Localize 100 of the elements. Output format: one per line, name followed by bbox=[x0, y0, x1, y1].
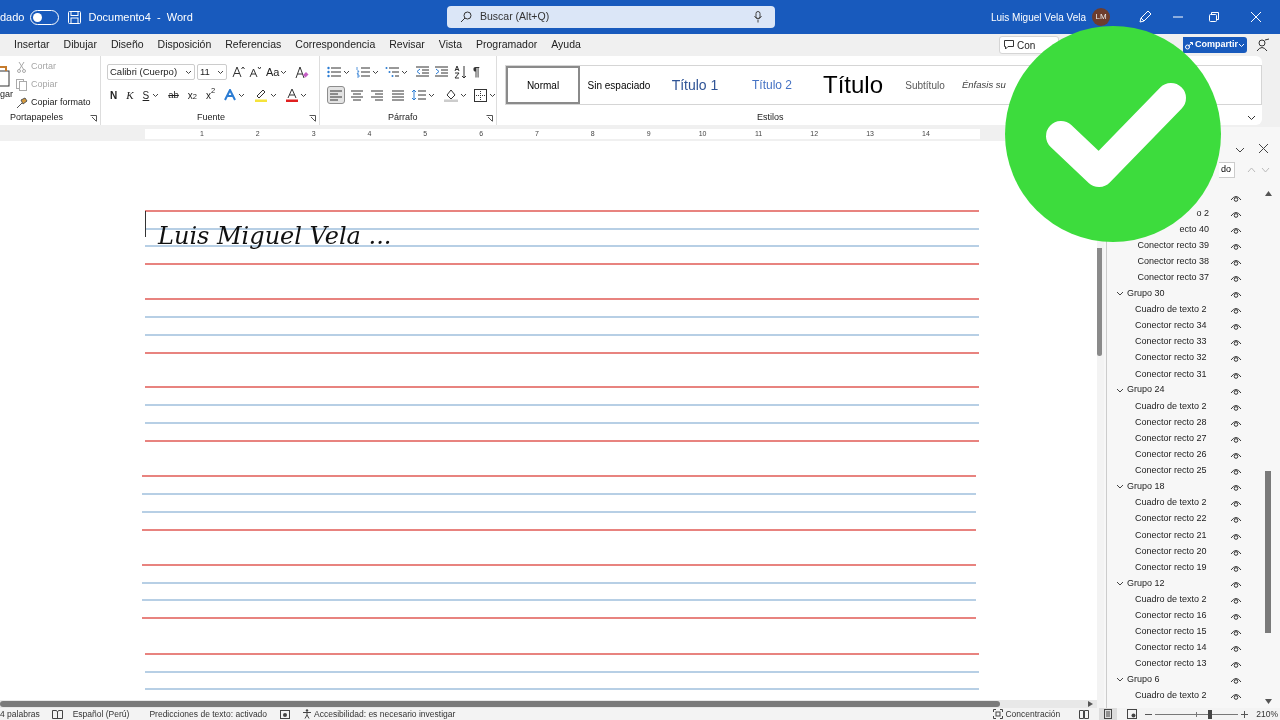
selection-item[interactable]: Conector recto 28 bbox=[1135, 417, 1207, 427]
ribbon-tab[interactable]: Diseño bbox=[110, 37, 144, 53]
align-left-button[interactable] bbox=[327, 86, 345, 104]
format-button[interactable]: S bbox=[142, 87, 160, 103]
clipboard-action[interactable]: Copiar formato bbox=[16, 96, 91, 110]
format-button[interactable]: K bbox=[126, 86, 134, 104]
search-field[interactable]: Buscar (Alt+Q) bbox=[447, 6, 775, 28]
focus-mode-label[interactable]: Concentración bbox=[1005, 707, 1061, 720]
style-item[interactable]: Subtítulo bbox=[894, 66, 956, 104]
selection-item[interactable]: ecto 40 bbox=[1179, 224, 1209, 234]
horizontal-scrollbar-thumb[interactable] bbox=[0, 701, 1000, 707]
ribbon-tab[interactable]: Ayuda bbox=[551, 37, 581, 53]
style-item[interactable]: Normal bbox=[506, 66, 580, 104]
ribbon-tab[interactable]: Referencias bbox=[225, 37, 282, 53]
selection-item[interactable]: Cuadro de texto 2 bbox=[1135, 498, 1207, 508]
selection-item[interactable]: Conector recto 19 bbox=[1135, 562, 1207, 572]
visibility-toggle[interactable] bbox=[1230, 627, 1242, 637]
style-item[interactable]: Título bbox=[812, 66, 894, 104]
ribbon-tab[interactable]: Disposición bbox=[157, 37, 212, 53]
style-item[interactable]: Título 2 bbox=[732, 66, 812, 104]
visibility-toggle[interactable] bbox=[1230, 482, 1242, 492]
change-case-button[interactable]: Aa bbox=[266, 63, 288, 81]
visibility-toggle[interactable] bbox=[1230, 289, 1242, 299]
expand-caret-icon bbox=[1116, 676, 1124, 684]
visibility-toggle[interactable] bbox=[1230, 466, 1242, 476]
selection-item[interactable]: Conector recto 21 bbox=[1135, 530, 1207, 540]
visibility-toggle[interactable] bbox=[1230, 691, 1242, 701]
selection-item[interactable]: Conector recto 13 bbox=[1135, 659, 1207, 669]
selection-group-row[interactable]: Grupo 30 bbox=[1107, 285, 1262, 302]
visibility-toggle[interactable] bbox=[1230, 337, 1242, 347]
selection-item[interactable]: Conector recto 14 bbox=[1135, 643, 1207, 653]
eye-icon bbox=[1230, 321, 1242, 331]
ribbon-tab[interactable]: Vista bbox=[438, 37, 462, 53]
visibility-toggle[interactable] bbox=[1230, 659, 1242, 669]
selection-item[interactable]: Cuadro de texto 2 bbox=[1135, 305, 1207, 315]
selection-item[interactable]: Conector recto 22 bbox=[1135, 514, 1207, 524]
language-label[interactable]: Español (Perú) bbox=[72, 707, 130, 720]
visibility-toggle[interactable] bbox=[1230, 353, 1242, 363]
selection-group-row[interactable]: Grupo 12 bbox=[1107, 575, 1262, 592]
user-avatar[interactable]: LM bbox=[1092, 8, 1110, 26]
visibility-toggle[interactable] bbox=[1230, 498, 1242, 508]
word-count[interactable]: 4 palabras bbox=[0, 707, 40, 720]
visibility-toggle[interactable] bbox=[1230, 675, 1242, 685]
ribbon-tab[interactable]: Revisar bbox=[389, 37, 425, 53]
ribbon-tab[interactable]: Dibujar bbox=[63, 37, 97, 53]
style-item[interactable]: Sin espaciado bbox=[580, 66, 658, 104]
ribbon-tab[interactable]: Correspondencia bbox=[295, 37, 376, 53]
format-button[interactable]: ab bbox=[168, 87, 179, 103]
format-button[interactable]: N bbox=[110, 87, 118, 103]
selection-group-row[interactable]: Grupo 18 bbox=[1107, 478, 1262, 495]
visibility-toggle[interactable] bbox=[1230, 643, 1242, 653]
font-name-field[interactable]: Calibri (Cuerpo) bbox=[107, 64, 195, 80]
expand-caret-icon bbox=[1116, 386, 1124, 394]
visibility-toggle[interactable] bbox=[1230, 450, 1242, 460]
selection-group-row[interactable]: Grupo 6 bbox=[1107, 671, 1262, 688]
accessibility-label[interactable]: Accesibilidad: es necesario investigar bbox=[314, 707, 456, 720]
selection-item[interactable]: o 2 bbox=[1196, 208, 1209, 218]
style-item[interactable]: Énfasis su bbox=[956, 66, 1008, 104]
zoom-level[interactable]: 210% bbox=[1256, 707, 1278, 720]
selection-item[interactable]: Conector recto 15 bbox=[1135, 627, 1207, 637]
zoom-slider-thumb[interactable] bbox=[1208, 709, 1212, 719]
pane-scrollbar-thumb[interactable] bbox=[1265, 471, 1271, 633]
ribbon-tab[interactable]: Programador bbox=[476, 37, 538, 53]
selection-item[interactable]: Conector recto 27 bbox=[1135, 433, 1207, 443]
selection-item[interactable]: Conector recto 37 bbox=[1137, 273, 1209, 282]
zoom-slider[interactable] bbox=[1155, 709, 1239, 719]
selection-item[interactable]: Conector recto 39 bbox=[1137, 240, 1209, 250]
eye-icon bbox=[1230, 691, 1242, 701]
vertical-scrollbar-thumb[interactable] bbox=[1097, 248, 1102, 356]
visibility-toggle[interactable] bbox=[1230, 611, 1242, 620]
selection-item[interactable]: Cuadro de texto 2 bbox=[1135, 401, 1207, 411]
style-item[interactable]: Título 1 bbox=[658, 66, 732, 104]
selection-item[interactable]: Conector recto 25 bbox=[1135, 466, 1207, 476]
selection-item[interactable]: Conector recto 26 bbox=[1135, 450, 1207, 460]
format-button[interactable]: x$^{2}$ bbox=[206, 87, 216, 103]
selection-item[interactable]: Conector recto 20 bbox=[1135, 546, 1207, 556]
selection-group-row[interactable]: Grupo 24 bbox=[1107, 382, 1262, 399]
visibility-toggle[interactable] bbox=[1230, 273, 1242, 282]
selection-item[interactable]: Conector recto 34 bbox=[1135, 321, 1207, 331]
selection-item[interactable]: Conector recto 16 bbox=[1135, 611, 1207, 620]
share-button[interactable]: Compartir bbox=[1183, 37, 1247, 53]
ribbon-tab[interactable]: Insertar bbox=[14, 37, 50, 53]
save-icon bbox=[68, 10, 82, 24]
show-all-button[interactable]: do bbox=[1219, 162, 1235, 178]
selection-item[interactable]: Conector recto 31 bbox=[1135, 369, 1207, 379]
selection-item[interactable]: Conector recto 38 bbox=[1137, 256, 1209, 266]
expand-caret-icon bbox=[1116, 290, 1124, 298]
caret-icon bbox=[152, 92, 160, 98]
selection-item[interactable]: Conector recto 32 bbox=[1135, 353, 1207, 363]
selection-item[interactable]: Conector recto 33 bbox=[1135, 337, 1207, 347]
visibility-toggle[interactable] bbox=[1230, 514, 1242, 524]
text-predictions-label[interactable]: Predicciones de texto: activado bbox=[149, 707, 268, 720]
font-size-field[interactable]: 11 bbox=[197, 64, 227, 80]
selection-item[interactable]: Cuadro de texto 2 bbox=[1135, 594, 1207, 604]
visibility-toggle[interactable] bbox=[1230, 305, 1242, 315]
selection-item[interactable]: Cuadro de texto 2 bbox=[1135, 691, 1207, 701]
format-button[interactable]: x$_{2}$ bbox=[187, 87, 197, 103]
visibility-toggle[interactable] bbox=[1230, 321, 1242, 331]
show-formatting-button[interactable]: ¶ bbox=[473, 63, 480, 81]
paste-label[interactable]: gar bbox=[0, 88, 16, 102]
